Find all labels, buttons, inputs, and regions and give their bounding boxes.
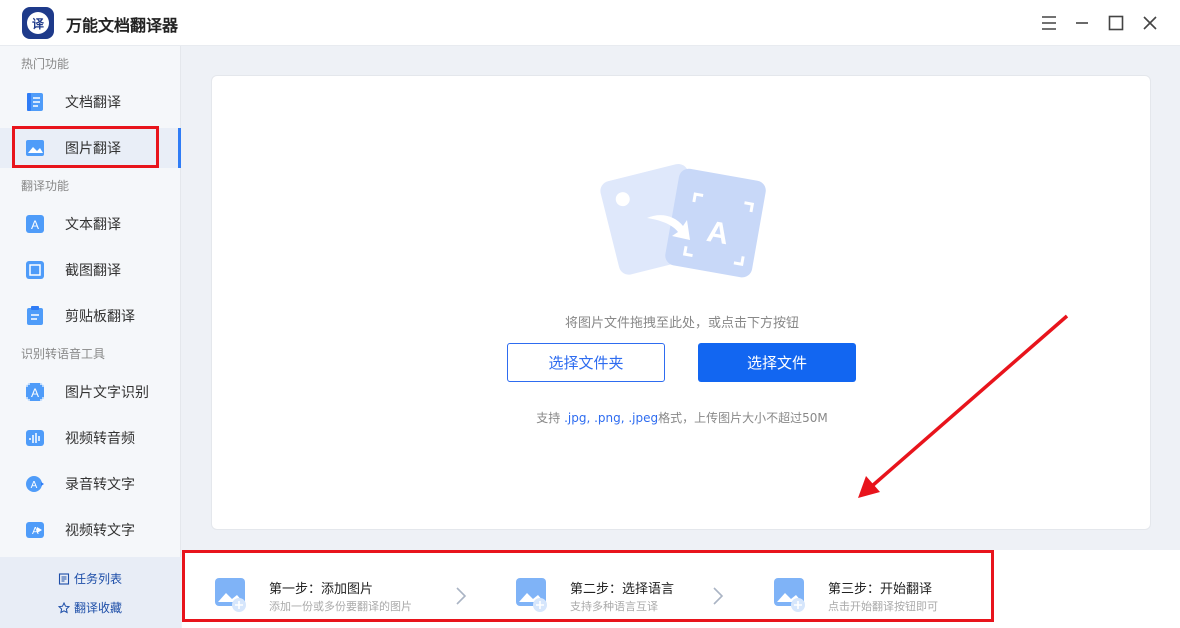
app-logo-text: 译 xyxy=(27,12,49,34)
sidebar-item-label: 录音转文字 xyxy=(65,477,135,493)
audio-text-icon: A xyxy=(26,476,44,492)
support-suffix: 格式，上传图片大小不超过50M xyxy=(658,411,828,425)
sidebar-item-audio-to-text[interactable]: A 录音转文字 xyxy=(0,464,181,504)
task-list-label: 任务列表 xyxy=(74,572,123,586)
sidebar-item-label: 视频转文字 xyxy=(65,523,135,539)
maximize-icon[interactable] xyxy=(1105,12,1127,34)
section-label-translate: 翻译功能 xyxy=(21,179,70,193)
clipboard-icon xyxy=(27,306,43,325)
sidebar-item-label: 截图翻译 xyxy=(65,263,121,279)
video-text-icon: A xyxy=(26,522,44,538)
annotation-highlight-steps xyxy=(182,550,994,622)
upload-drop-zone[interactable]: A 将图片文件拖拽至此处，或点击下方按钮 选择文件夹 选择文件 支持 .jpg,… xyxy=(211,75,1151,530)
minimize-icon[interactable] xyxy=(1071,12,1093,34)
menu-icon[interactable] xyxy=(1038,12,1060,34)
sidebar-item-screenshot-translate[interactable]: 截图翻译 xyxy=(0,250,181,290)
text-icon: A xyxy=(26,215,44,233)
select-file-button[interactable]: 选择文件 xyxy=(698,343,856,382)
video-audio-icon xyxy=(26,430,44,446)
support-prefix: 支持 xyxy=(536,411,561,425)
section-label-recognition: 识别转语音工具 xyxy=(21,347,106,361)
sidebar-item-label: 文档翻译 xyxy=(65,95,121,111)
app-logo-icon: 译 xyxy=(22,7,54,39)
sidebar-item-label: 图片文字识别 xyxy=(65,385,149,401)
close-icon[interactable] xyxy=(1139,12,1161,34)
sidebar-item-label: 文本翻译 xyxy=(65,217,121,233)
screenshot-icon xyxy=(26,261,44,279)
star-icon xyxy=(58,601,70,613)
ocr-icon: A xyxy=(26,383,44,401)
sidebar-item-document-translate[interactable]: 文档翻译 xyxy=(0,82,181,122)
sidebar-item-clipboard-translate[interactable]: 剪贴板翻译 xyxy=(0,296,181,336)
section-label-hot: 热门功能 xyxy=(21,57,70,71)
sidebar-bottom-panel: 任务列表 翻译收藏 xyxy=(0,557,181,628)
list-icon xyxy=(58,572,70,585)
select-folder-button[interactable]: 选择文件夹 xyxy=(507,343,665,382)
task-list-link[interactable]: 任务列表 xyxy=(58,570,122,587)
image-translate-illustration-icon: A xyxy=(600,163,766,278)
favorites-label: 翻译收藏 xyxy=(74,601,123,615)
svg-text:A: A xyxy=(31,480,38,491)
supported-formats-text: 支持 .jpg, .png, .jpeg格式，上传图片大小不超过50M xyxy=(212,409,1152,426)
svg-text:A: A xyxy=(31,386,39,400)
support-formats: .jpg, .png, .jpeg xyxy=(560,411,659,425)
annotation-highlight-sidebar xyxy=(12,126,159,168)
title-bar: 译 万能文档翻译器 xyxy=(0,0,1180,46)
favorites-link[interactable]: 翻译收藏 xyxy=(58,599,122,616)
drop-hint-text: 将图片文件拖拽至此处，或点击下方按钮 xyxy=(564,316,799,331)
app-title: 万能文档翻译器 xyxy=(66,16,179,35)
sidebar-item-label: 剪贴板翻译 xyxy=(65,309,135,325)
sidebar-item-image-ocr[interactable]: A 图片文字识别 xyxy=(0,372,181,412)
sidebar-item-video-to-audio[interactable]: 视频转音频 xyxy=(0,418,181,458)
sidebar-item-video-to-text[interactable]: A 视频转文字 xyxy=(0,510,181,550)
document-icon xyxy=(27,93,43,111)
sidebar-item-text-translate[interactable]: A 文本翻译 xyxy=(0,204,181,244)
sidebar-item-label: 视频转音频 xyxy=(65,431,135,447)
svg-text:A: A xyxy=(31,218,39,232)
